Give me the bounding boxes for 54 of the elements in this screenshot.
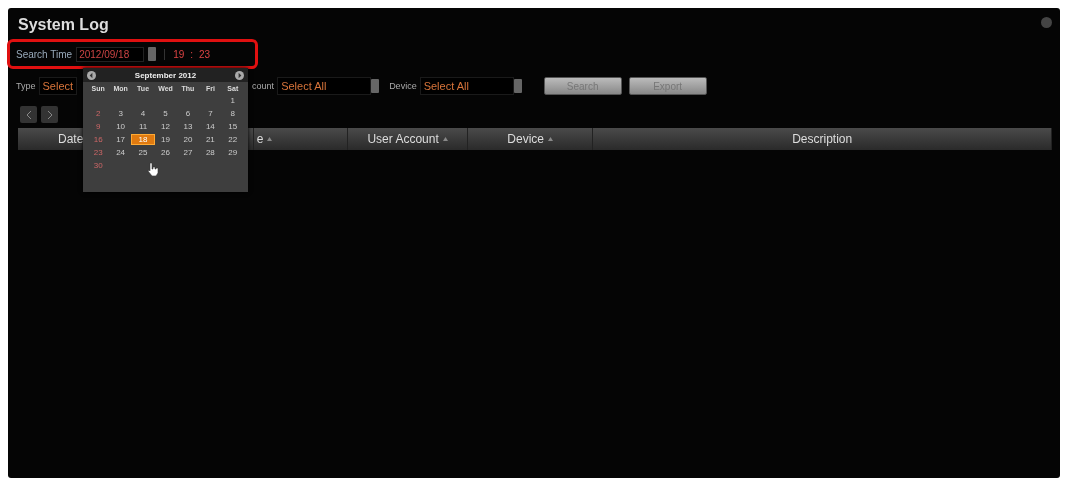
calendar-day[interactable]: 19: [154, 135, 177, 144]
column-header[interactable]: Device: [507, 132, 545, 146]
sort-icon[interactable]: [442, 137, 448, 141]
calendar-day[interactable]: 14: [199, 122, 222, 131]
month-title: September 2012: [134, 70, 197, 80]
calendar-day[interactable]: 22: [221, 135, 244, 144]
hand-cursor-icon: [147, 162, 159, 176]
calendar-day[interactable]: 5: [154, 109, 177, 118]
select-field[interactable]: Select All: [277, 77, 372, 95]
calendar-day[interactable]: 24: [109, 148, 132, 157]
date-field[interactable]: 2012/09/18: [76, 46, 145, 62]
column-header[interactable]: Date: [58, 132, 84, 146]
calendar-day[interactable]: 7: [199, 109, 222, 118]
calendar-day[interactable]: 27: [176, 148, 200, 157]
chevron-left-icon: [25, 110, 32, 119]
column-header[interactable]: e: [256, 132, 264, 146]
dropdown-button[interactable]: [371, 79, 380, 93]
calendar-day[interactable]: 29: [221, 148, 244, 157]
field-label: count: [252, 81, 275, 91]
calendar-day[interactable]: 15: [221, 122, 244, 131]
field-label: Device: [389, 81, 417, 91]
field-label: Type: [16, 81, 36, 91]
field-label: Search Time: [16, 48, 73, 60]
calendar-day[interactable]: 4: [131, 109, 155, 118]
calendar-day[interactable]: 26: [154, 148, 177, 157]
calendar-day[interactable]: 13: [176, 122, 200, 131]
column-header[interactable]: Description: [792, 132, 853, 146]
select-field[interactable]: Select All: [419, 77, 514, 95]
select-field[interactable]: Select: [38, 77, 78, 95]
calendar-day[interactable]: 6: [176, 109, 200, 118]
close-icon[interactable]: [1041, 17, 1052, 28]
chevron-right-icon: [46, 110, 53, 119]
dropdown-button[interactable]: [513, 79, 522, 93]
calendar-day[interactable]: 11: [131, 122, 155, 131]
time-field[interactable]: 19 : 23: [164, 48, 211, 60]
calendar-day[interactable]: 10: [109, 122, 132, 131]
next-month-icon[interactable]: [235, 70, 244, 80]
sort-icon[interactable]: [548, 137, 554, 141]
previous-month-icon[interactable]: [87, 70, 96, 80]
calendar-day[interactable]: 25: [131, 148, 155, 157]
window-title: System Log: [18, 16, 109, 34]
calendar-day[interactable]: 1: [221, 96, 244, 105]
column-header[interactable]: User Account: [367, 132, 439, 146]
previous-page-button[interactable]: [20, 106, 37, 123]
dropdown-button[interactable]: [148, 47, 157, 61]
calendar-day[interactable]: 21: [199, 135, 222, 144]
sort-icon[interactable]: [267, 137, 273, 141]
calendar-day[interactable]: 8: [221, 109, 244, 118]
calendar-day[interactable]: 20: [176, 135, 200, 144]
calendar-day[interactable]: 12: [154, 122, 177, 131]
next-page-button[interactable]: [41, 106, 58, 123]
calendar-day[interactable]: 28: [199, 148, 222, 157]
calendar-day[interactable]: 17: [109, 135, 132, 144]
calendar-day[interactable]: 3: [109, 109, 132, 118]
